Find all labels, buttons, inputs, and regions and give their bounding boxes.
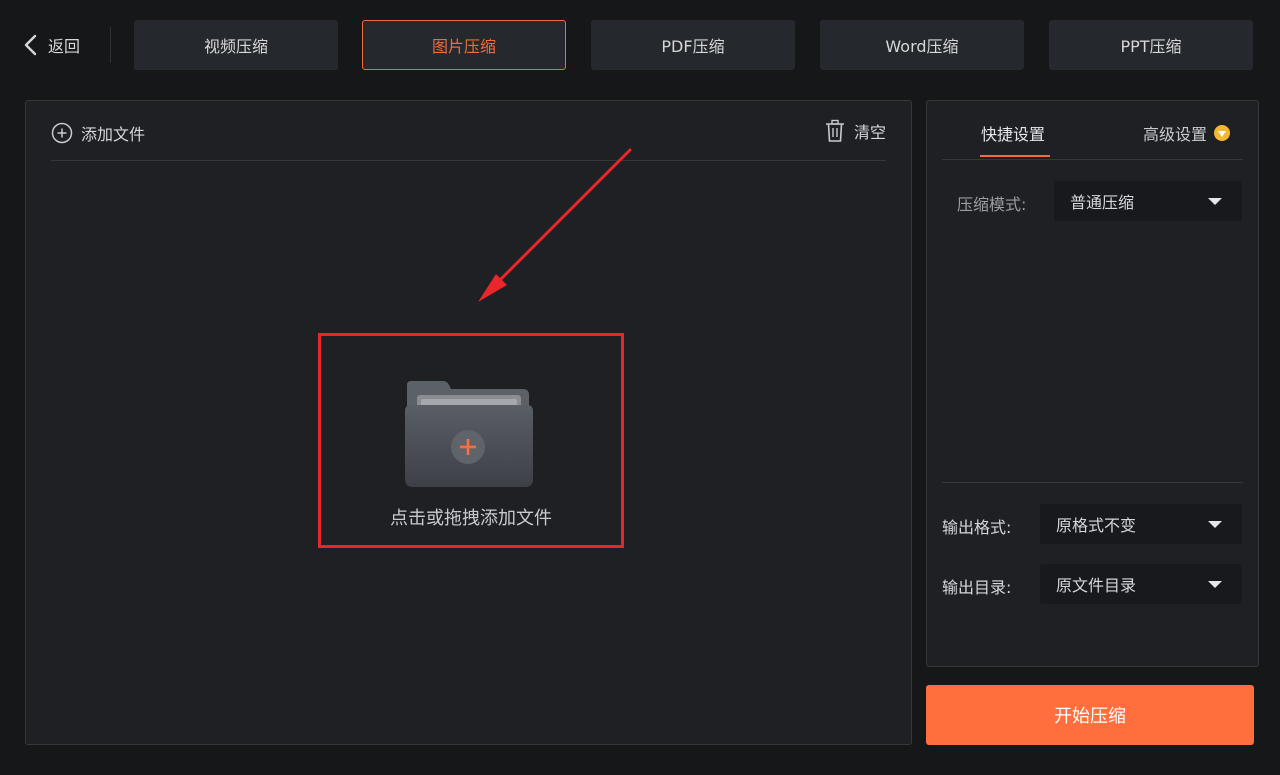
tab-advanced-settings[interactable]: 高级设置 [1143,121,1231,145]
start-compress-button[interactable]: 开始压缩 [926,685,1254,745]
caret-down-icon [1208,198,1222,205]
chevron-left-icon [24,34,37,56]
output-format-label: 输出格式: [942,518,1012,537]
vip-badge-icon [1214,125,1231,141]
add-file-label: 添加文件 [81,125,146,144]
output-dir-select[interactable]: 原文件目录 [1040,564,1242,604]
output-format-select[interactable]: 原格式不变 [1040,504,1242,544]
tab-label: 图片压缩 [431,37,496,56]
section-divider [942,482,1243,483]
drop-zone-text: 点击或拖拽添加文件 [390,508,552,529]
tab-label: 视频压缩 [203,37,268,56]
back-label: 返回 [48,37,81,56]
tab-pdf-compress[interactable]: PDF压缩 [591,20,795,70]
tab-label: Word压缩 [885,37,959,56]
settings-panel: 快捷设置 高级设置 压缩模式: 普通压缩 输出格式: 原格式不变 输出目录: 原… [926,100,1259,667]
compression-mode-label: 压缩模式: [957,195,1027,214]
compression-mode-select[interactable]: 普通压缩 [1054,181,1242,221]
plus-circle-icon [51,122,73,144]
file-list-panel: 添加文件 清空 点击或拖拽添加文件 [25,100,912,745]
clear-button[interactable]: 清空 [824,119,886,143]
back-divider [110,27,111,63]
tab-image-compress[interactable]: 图片压缩 [362,20,566,70]
tab-quick-settings[interactable]: 快捷设置 [981,121,1045,145]
drop-zone[interactable]: 点击或拖拽添加文件 [318,333,624,548]
trash-icon [825,119,844,142]
active-tab-indicator [980,155,1050,157]
output-dir-value: 原文件目录 [1056,576,1137,595]
top-nav-bar: 返回 视频压缩 图片压缩 PDF压缩 Word压缩 PPT压缩 [0,0,1280,90]
file-toolbar: 添加文件 清空 [51,119,886,161]
advanced-settings-label: 高级设置 [1143,125,1208,144]
compression-mode-value: 普通压缩 [1070,193,1135,212]
tab-label: PDF压缩 [661,37,725,56]
back-button[interactable]: 返回 [22,30,80,60]
tab-label: PPT压缩 [1120,37,1182,56]
output-dir-label: 输出目录: [942,578,1012,597]
tab-word-compress[interactable]: Word压缩 [820,20,1024,70]
tab-video-compress[interactable]: 视频压缩 [134,20,338,70]
clear-label: 清空 [853,123,886,142]
output-format-value: 原格式不变 [1056,516,1137,535]
caret-down-icon [1208,521,1222,528]
tab-ppt-compress[interactable]: PPT压缩 [1049,20,1253,70]
tab-divider [942,159,1243,160]
caret-down-icon [1208,581,1222,588]
folder-add-icon [405,381,533,487]
add-file-button[interactable]: 添加文件 [51,121,145,145]
